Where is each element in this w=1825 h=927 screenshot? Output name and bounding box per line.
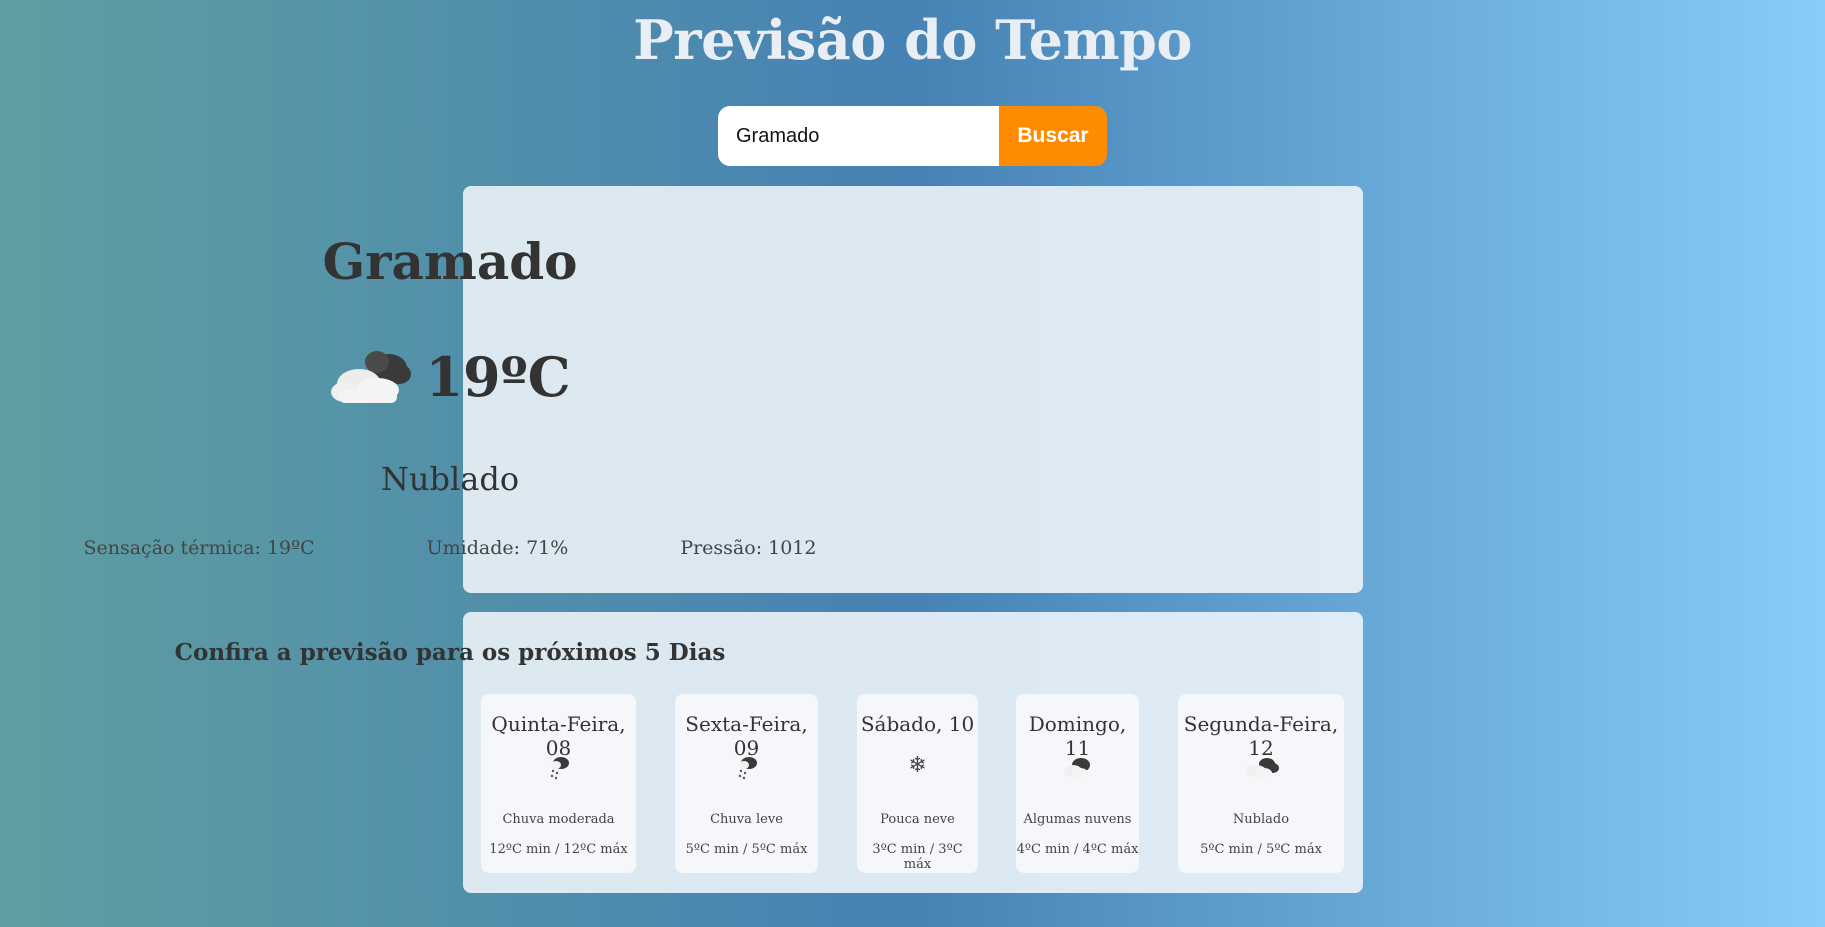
page-title: Previsão do Tempo <box>633 8 1192 72</box>
feels-like: Sensação térmica: 19ºC <box>83 537 315 559</box>
search-button[interactable]: Buscar <box>999 106 1107 166</box>
snow-icon: ❄ <box>908 753 927 778</box>
day-temps: 5ºC min / 5ºC máx <box>1200 842 1322 857</box>
day-description: Pouca neve <box>880 812 955 827</box>
forecast-title: Confira a previsão para os próximos 5 Di… <box>174 639 726 666</box>
weather-description: Nublado <box>380 460 520 498</box>
day-description: Nublado <box>1232 812 1290 827</box>
search-bar: Buscar <box>718 106 1107 166</box>
day-description: Algumas nuvens <box>1023 812 1132 827</box>
rain-icon <box>547 755 571 785</box>
city-name: Gramado <box>322 232 578 291</box>
pressure: Pressão: 1012 <box>680 537 817 559</box>
day-name: Quinta-Feira, 08 <box>491 712 626 760</box>
humidity: Umidade: 71% <box>426 537 569 559</box>
forecast-day: Quinta-Feira, 08 Chuva moderada 12ºC min… <box>481 694 636 873</box>
weather-details: Sensação térmica: 19ºC Umidade: 71% Pres… <box>0 537 900 559</box>
day-temps: 3ºC min / 3ºC máx <box>872 842 963 872</box>
day-name: Domingo, 11 <box>1028 712 1127 760</box>
partly-cloudy-icon <box>1063 755 1093 783</box>
day-description: Chuva moderada <box>502 812 615 827</box>
rain-icon <box>735 755 759 785</box>
search-input[interactable] <box>718 106 999 166</box>
forecast-day: Sexta-Feira, 09 Chuva leve 5ºC min / 5ºC… <box>675 694 818 873</box>
forecast-day: Sábado, 10 ❄ Pouca neve 3ºC min / 3ºC má… <box>857 694 978 873</box>
cloudy-icon <box>1243 755 1279 783</box>
day-name: Segunda-Feira, 12 <box>1183 712 1339 760</box>
temperature-row: 19ºC <box>0 345 900 409</box>
day-temps: 4ºC min / 4ºC máx <box>1016 842 1139 857</box>
day-description: Chuva leve <box>710 812 783 827</box>
day-name: Sexta-Feira, 09 <box>685 712 808 760</box>
day-name: Sábado, 10 <box>860 712 975 736</box>
forecast-day: Segunda-Feira, 12 Nublado 5ºC min / 5ºC … <box>1178 694 1344 873</box>
day-temps: 5ºC min / 5ºC máx <box>685 842 808 857</box>
day-temps: 12ºC min / 12ºC máx <box>489 842 628 857</box>
temperature: 19ºC <box>425 345 571 409</box>
forecast-day: Domingo, 11 Algumas nuvens 4ºC min / 4ºC… <box>1016 694 1139 873</box>
cloudy-icon <box>329 346 415 408</box>
